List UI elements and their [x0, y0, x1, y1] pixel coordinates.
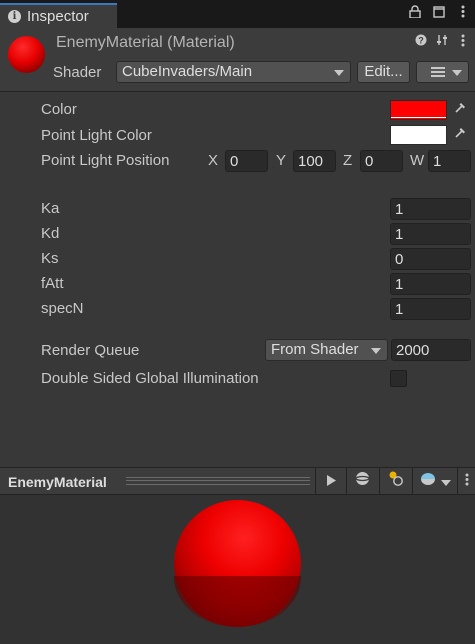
chevron-down-icon	[441, 480, 451, 486]
header-icons: ?	[415, 34, 469, 50]
color-label: Color	[41, 101, 77, 118]
material-name: EnemyMaterial (Material)	[56, 34, 235, 51]
kebab-menu-icon[interactable]	[457, 5, 469, 21]
w-axis-label: W	[410, 152, 425, 169]
kebab-menu-icon	[465, 473, 468, 486]
preview-toolbar: EnemyMaterial	[0, 467, 475, 496]
ka-label: Ka	[41, 200, 60, 217]
ks-field[interactable]: 0	[390, 248, 471, 270]
position-y-field[interactable]: 100	[293, 150, 336, 172]
chevron-down-icon	[371, 348, 381, 354]
eyedropper-icon[interactable]	[451, 101, 469, 119]
fatt-field[interactable]: 1	[390, 273, 471, 295]
lock-icon[interactable]	[409, 5, 421, 21]
render-queue-field[interactable]: 2000	[391, 339, 471, 361]
light-icon	[389, 471, 403, 486]
kd-field[interactable]: 1	[390, 223, 471, 245]
play-button[interactable]	[315, 468, 345, 496]
color-swatch[interactable]	[390, 100, 447, 120]
render-queue-mode: From Shader	[271, 341, 359, 358]
specn-label: specN	[41, 300, 84, 317]
preview-sphere[interactable]	[174, 500, 301, 627]
tab-title: Inspector	[27, 8, 89, 25]
shader-label: Shader	[53, 64, 102, 81]
help-icon[interactable]: ?	[415, 34, 427, 50]
eyedropper-icon[interactable]	[451, 126, 469, 144]
preview-background-button[interactable]	[412, 468, 456, 496]
preview-menu-button[interactable]	[457, 468, 475, 496]
point-light-color-label: Point Light Color	[41, 127, 152, 144]
material-header: EnemyMaterial (Material) ? Shader CubeIn…	[0, 28, 475, 92]
list-icon	[431, 67, 445, 77]
chevron-down-icon	[452, 70, 462, 76]
point-light-position-label: Point Light Position	[41, 152, 170, 169]
ks-label: Ks	[41, 250, 59, 267]
fatt-label: fAtt	[41, 275, 64, 292]
light-button[interactable]	[379, 468, 411, 496]
shader-dropdown[interactable]: CubeInvaders/Main	[116, 61, 351, 83]
maximize-icon[interactable]	[433, 5, 445, 21]
ka-field[interactable]: 1	[390, 198, 471, 220]
info-icon: i	[8, 10, 21, 23]
tab-tools	[409, 5, 469, 21]
point-light-color-swatch[interactable]	[390, 125, 447, 145]
preview-title: EnemyMaterial	[8, 474, 107, 490]
x-axis-label: X	[208, 152, 219, 169]
material-preview-icon	[8, 36, 45, 73]
edit-shader-button[interactable]: Edit...	[357, 61, 410, 83]
render-queue-label: Render Queue	[41, 342, 140, 359]
svg-text:?: ?	[418, 36, 424, 46]
position-z-field[interactable]: 0	[360, 150, 403, 172]
mesh-sphere-button[interactable]	[346, 468, 378, 496]
dsgi-label: Double Sided Global Illumination	[41, 370, 259, 387]
preview-drag-handle[interactable]	[126, 477, 310, 485]
play-icon	[326, 475, 336, 486]
shader-options-button[interactable]	[416, 61, 469, 83]
chevron-down-icon	[334, 70, 344, 76]
render-queue-dropdown[interactable]: From Shader	[265, 339, 388, 361]
tab-inspector[interactable]: i Inspector	[0, 3, 117, 28]
position-w-field[interactable]: 1	[428, 150, 471, 172]
mesh-sphere-icon	[355, 472, 370, 485]
position-x-field[interactable]: 0	[225, 150, 268, 172]
preview-background-icon	[420, 473, 435, 485]
y-axis-label: Y	[276, 152, 287, 169]
tab-bar: i Inspector	[0, 0, 475, 28]
specn-field[interactable]: 1	[390, 298, 471, 320]
dsgi-checkbox[interactable]	[390, 370, 407, 387]
z-axis-label: Z	[343, 152, 353, 169]
kebab-menu-icon[interactable]	[457, 34, 469, 50]
preset-sliders-icon[interactable]	[436, 34, 448, 50]
kd-label: Kd	[41, 225, 60, 242]
shader-value: CubeInvaders/Main	[122, 63, 253, 80]
